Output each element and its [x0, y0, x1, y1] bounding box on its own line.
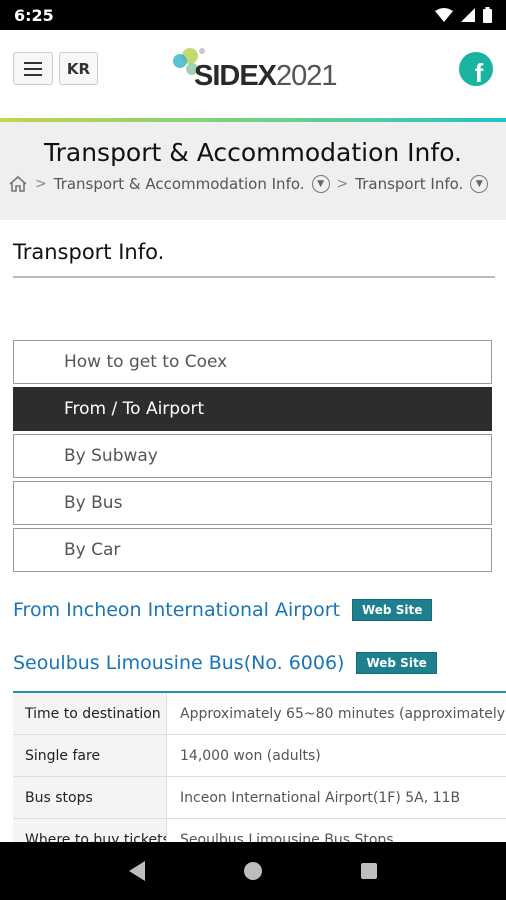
chevron-down-icon[interactable]: ▼ — [470, 175, 489, 193]
web-site-button[interactable]: Web Site — [351, 599, 433, 621]
logo-year: 2021 — [276, 60, 338, 92]
back-icon[interactable] — [129, 861, 146, 881]
table-row: Time to destination Approximately 65~80 … — [13, 693, 506, 735]
sidex-logo[interactable]: SIDEX2021 — [166, 44, 346, 100]
table-row-value: Approximately 65~80 minutes (approximate… — [180, 705, 506, 722]
chevron-right-icon: > — [336, 176, 349, 192]
home-icon[interactable] — [8, 175, 28, 193]
breadcrumb-item-transport-info[interactable]: Transport Info. — [355, 175, 463, 193]
table-row: Bus stops Inceon International Airport(1… — [13, 777, 506, 819]
section-heading: Transport Info. — [13, 240, 495, 278]
incheon-airport-link-row: From Incheon International Airport Web S… — [13, 599, 433, 621]
site-header: KR SIDEX2021 f — [0, 30, 506, 118]
web-site-button[interactable]: Web Site — [356, 652, 437, 674]
bus-info-table: Time to destination Approximately 65~80 … — [13, 691, 506, 861]
logo-wordmark: SIDEX2021 — [194, 60, 338, 93]
home-button-icon[interactable] — [243, 862, 262, 880]
wifi-icon — [435, 8, 453, 22]
facebook-icon[interactable]: f — [459, 52, 493, 86]
tab-by-bus[interactable]: By Bus — [13, 481, 492, 525]
system-nav-bar — [0, 842, 506, 900]
table-row-value: 14,000 won (adults) — [180, 747, 321, 764]
table-row: Single fare 14,000 won (adults) — [13, 735, 506, 777]
chevron-down-icon[interactable]: ▼ — [311, 175, 330, 193]
tab-by-car[interactable]: By Car — [13, 528, 492, 572]
chevron-right-icon: > — [35, 176, 47, 192]
incheon-airport-link[interactable]: From Incheon International Airport — [13, 599, 340, 621]
limousine-bus-link[interactable]: Seoulbus Limousine Bus(No. 6006) — [13, 652, 344, 674]
tab-how-to-get-to-coex[interactable]: How to get to Coex — [13, 340, 492, 384]
menu-icon-bar — [24, 61, 42, 64]
page-title-band: Transport & Accommodation Info. > Transp… — [0, 122, 506, 220]
table-row-label: Bus stops — [13, 777, 167, 818]
page-title: Transport & Accommodation Info. — [44, 138, 462, 167]
breadcrumb: > Transport & Accommodation Info. ▼ > Tr… — [8, 175, 489, 193]
transport-tabs: How to get to Coex From / To Airport By … — [13, 340, 492, 575]
logo-name: SIDEX — [194, 60, 277, 92]
status-bar: 6:25 — [0, 0, 506, 30]
limousine-bus-link-row: Seoulbus Limousine Bus(No. 6006) Web Sit… — [13, 652, 437, 674]
tab-by-subway[interactable]: By Subway — [13, 434, 492, 478]
hamburger-menu-button[interactable] — [13, 52, 53, 85]
status-icons — [435, 7, 492, 23]
menu-icon-bar — [24, 73, 42, 76]
tab-from-to-airport[interactable]: From / To Airport — [13, 387, 492, 431]
status-time: 6:25 — [14, 5, 54, 25]
table-row-label: Single fare — [13, 735, 167, 776]
table-row-value: Inceon International Airport(1F) 5A, 11B — [180, 789, 461, 806]
signal-icon — [461, 8, 475, 22]
breadcrumb-item-transport-accommodation[interactable]: Transport & Accommodation Info. — [54, 175, 305, 193]
language-button[interactable]: KR — [59, 52, 98, 85]
battery-icon — [483, 7, 492, 23]
table-row-label: Time to destination — [13, 693, 167, 734]
recent-apps-icon[interactable] — [360, 863, 377, 879]
menu-icon-bar — [24, 67, 42, 70]
